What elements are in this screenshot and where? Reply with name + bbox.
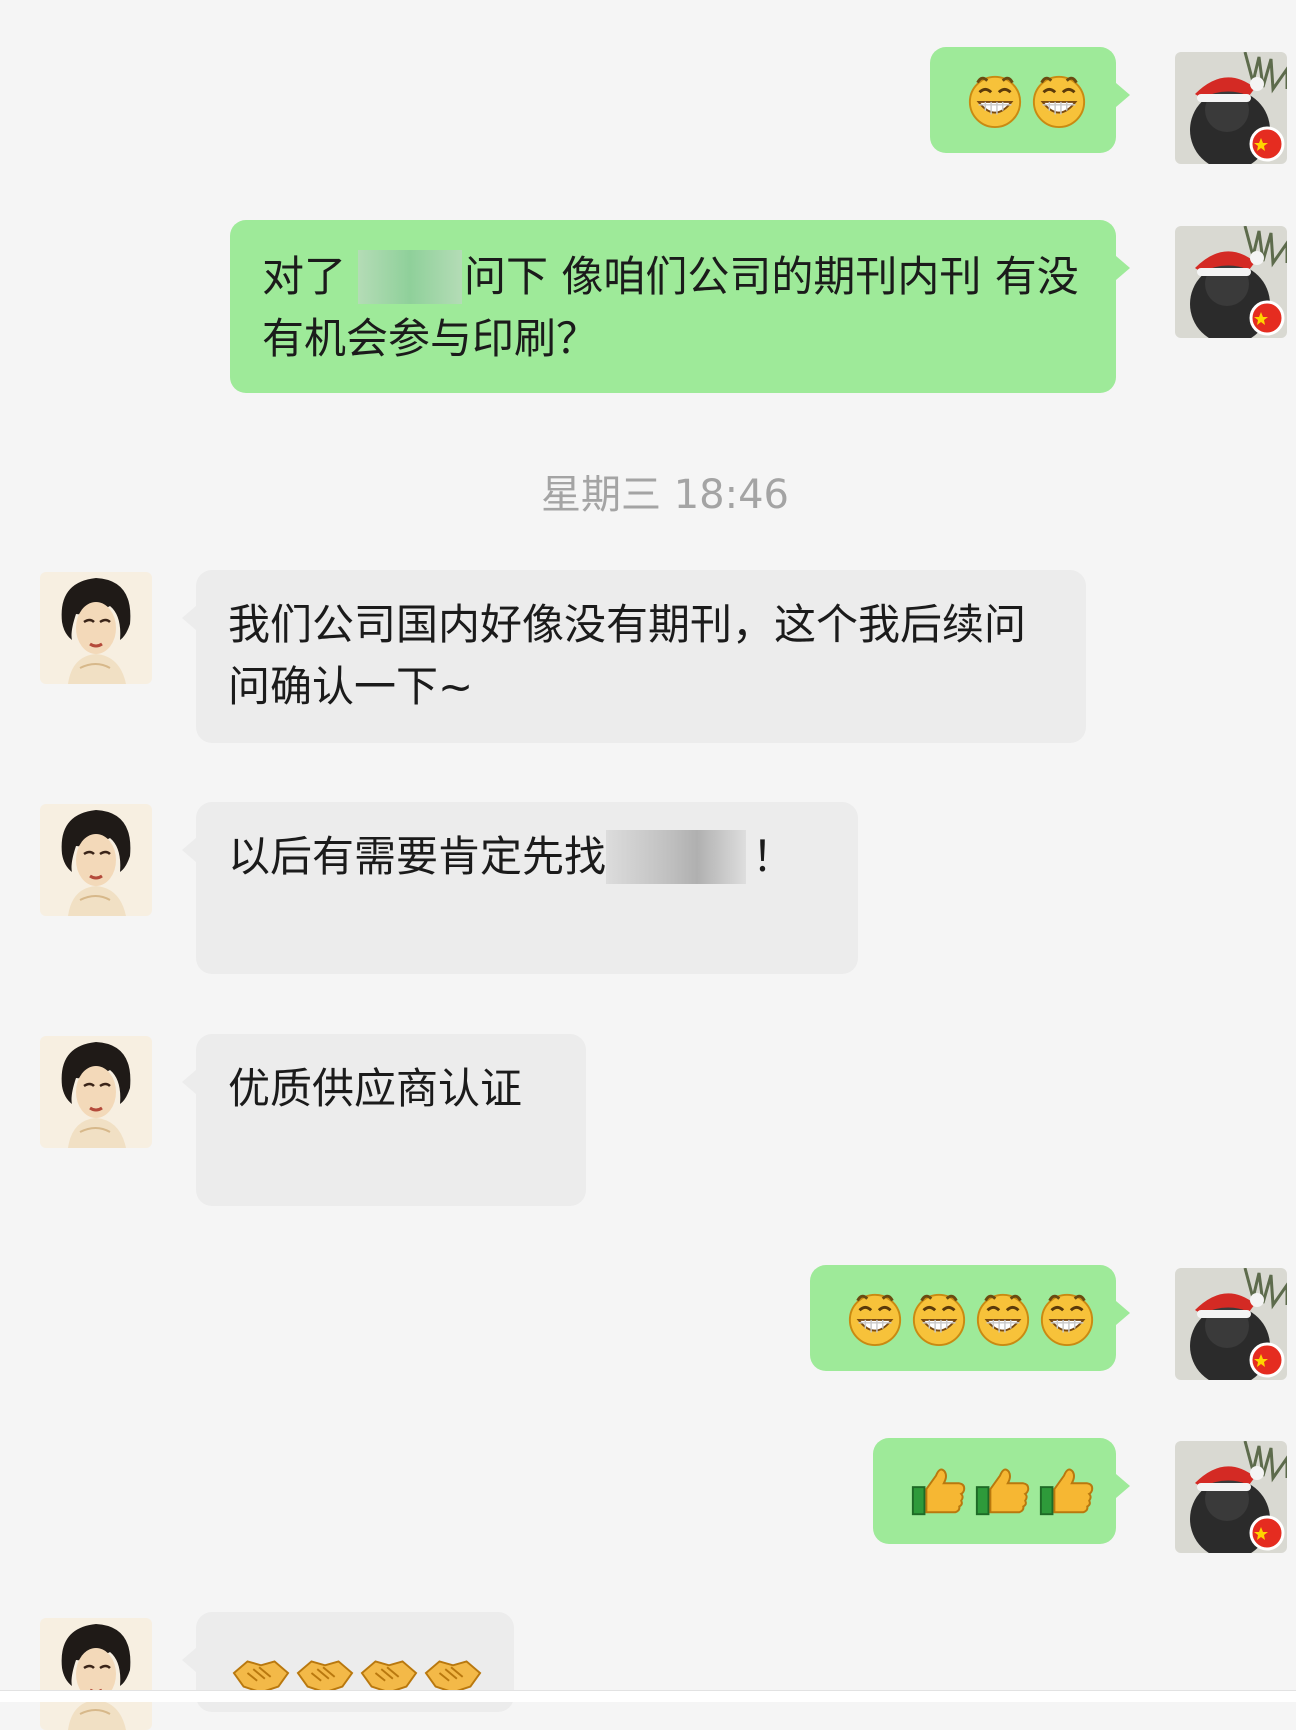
grin-icon	[966, 71, 1024, 129]
message-bubble-outgoing[interactable]	[810, 1265, 1130, 1371]
thumbs-up-icon	[909, 1462, 967, 1520]
message-text: 我们公司国内好像没有期刊，这个我后续问问确认一下~	[228, 600, 1027, 711]
grin-icon	[846, 1289, 904, 1347]
avatar-contact[interactable]	[40, 804, 152, 916]
avatar-contact[interactable]	[40, 1618, 152, 1730]
timestamp: 星期三 18:46	[541, 472, 789, 518]
chat-area[interactable]: 对了 问下 像咱们公司的期刊内刊 有没有机会参与印刷？ 星期三 18:46 我们公…	[0, 0, 1296, 1701]
message-bubble-outgoing[interactable]	[930, 47, 1130, 153]
message-text: 优质供应商认证	[228, 1064, 523, 1113]
message-bubble-incoming[interactable]: 我们公司国内好像没有期刊，这个我后续问问确认一下~	[182, 570, 1086, 743]
thumbs-up-icon	[973, 1462, 1031, 1520]
avatar-self[interactable]	[1175, 52, 1287, 164]
message-bubble-outgoing[interactable]	[873, 1438, 1130, 1544]
grin-icon	[1030, 71, 1088, 129]
emoji-row	[909, 1462, 1080, 1520]
avatar-contact[interactable]	[40, 1036, 152, 1148]
input-area-edge	[0, 1690, 1296, 1702]
message-bubble-outgoing[interactable]: 对了 问下 像咱们公司的期刊内刊 有没有机会参与印刷？	[230, 220, 1130, 393]
thumbs-up-icon	[1037, 1462, 1095, 1520]
message-text: 以后有需要肯定先找	[228, 832, 607, 881]
avatar-self[interactable]	[1175, 1268, 1287, 1380]
grin-icon	[1038, 1289, 1096, 1347]
emoji-row	[966, 71, 1080, 129]
message-text: 对了	[262, 252, 347, 301]
redacted-name	[606, 829, 747, 884]
avatar-contact[interactable]	[40, 572, 152, 684]
grin-icon	[910, 1289, 968, 1347]
avatar-self[interactable]	[1175, 226, 1287, 338]
avatar-self[interactable]	[1175, 1441, 1287, 1553]
message-bubble-incoming[interactable]: 优质供应商认证	[182, 1034, 586, 1206]
emoji-row	[846, 1289, 1080, 1347]
grin-icon	[974, 1289, 1032, 1347]
message-text: ！	[752, 832, 795, 881]
redacted-name	[358, 249, 463, 304]
message-bubble-incoming[interactable]: 以后有需要肯定先找 ！	[182, 802, 858, 974]
